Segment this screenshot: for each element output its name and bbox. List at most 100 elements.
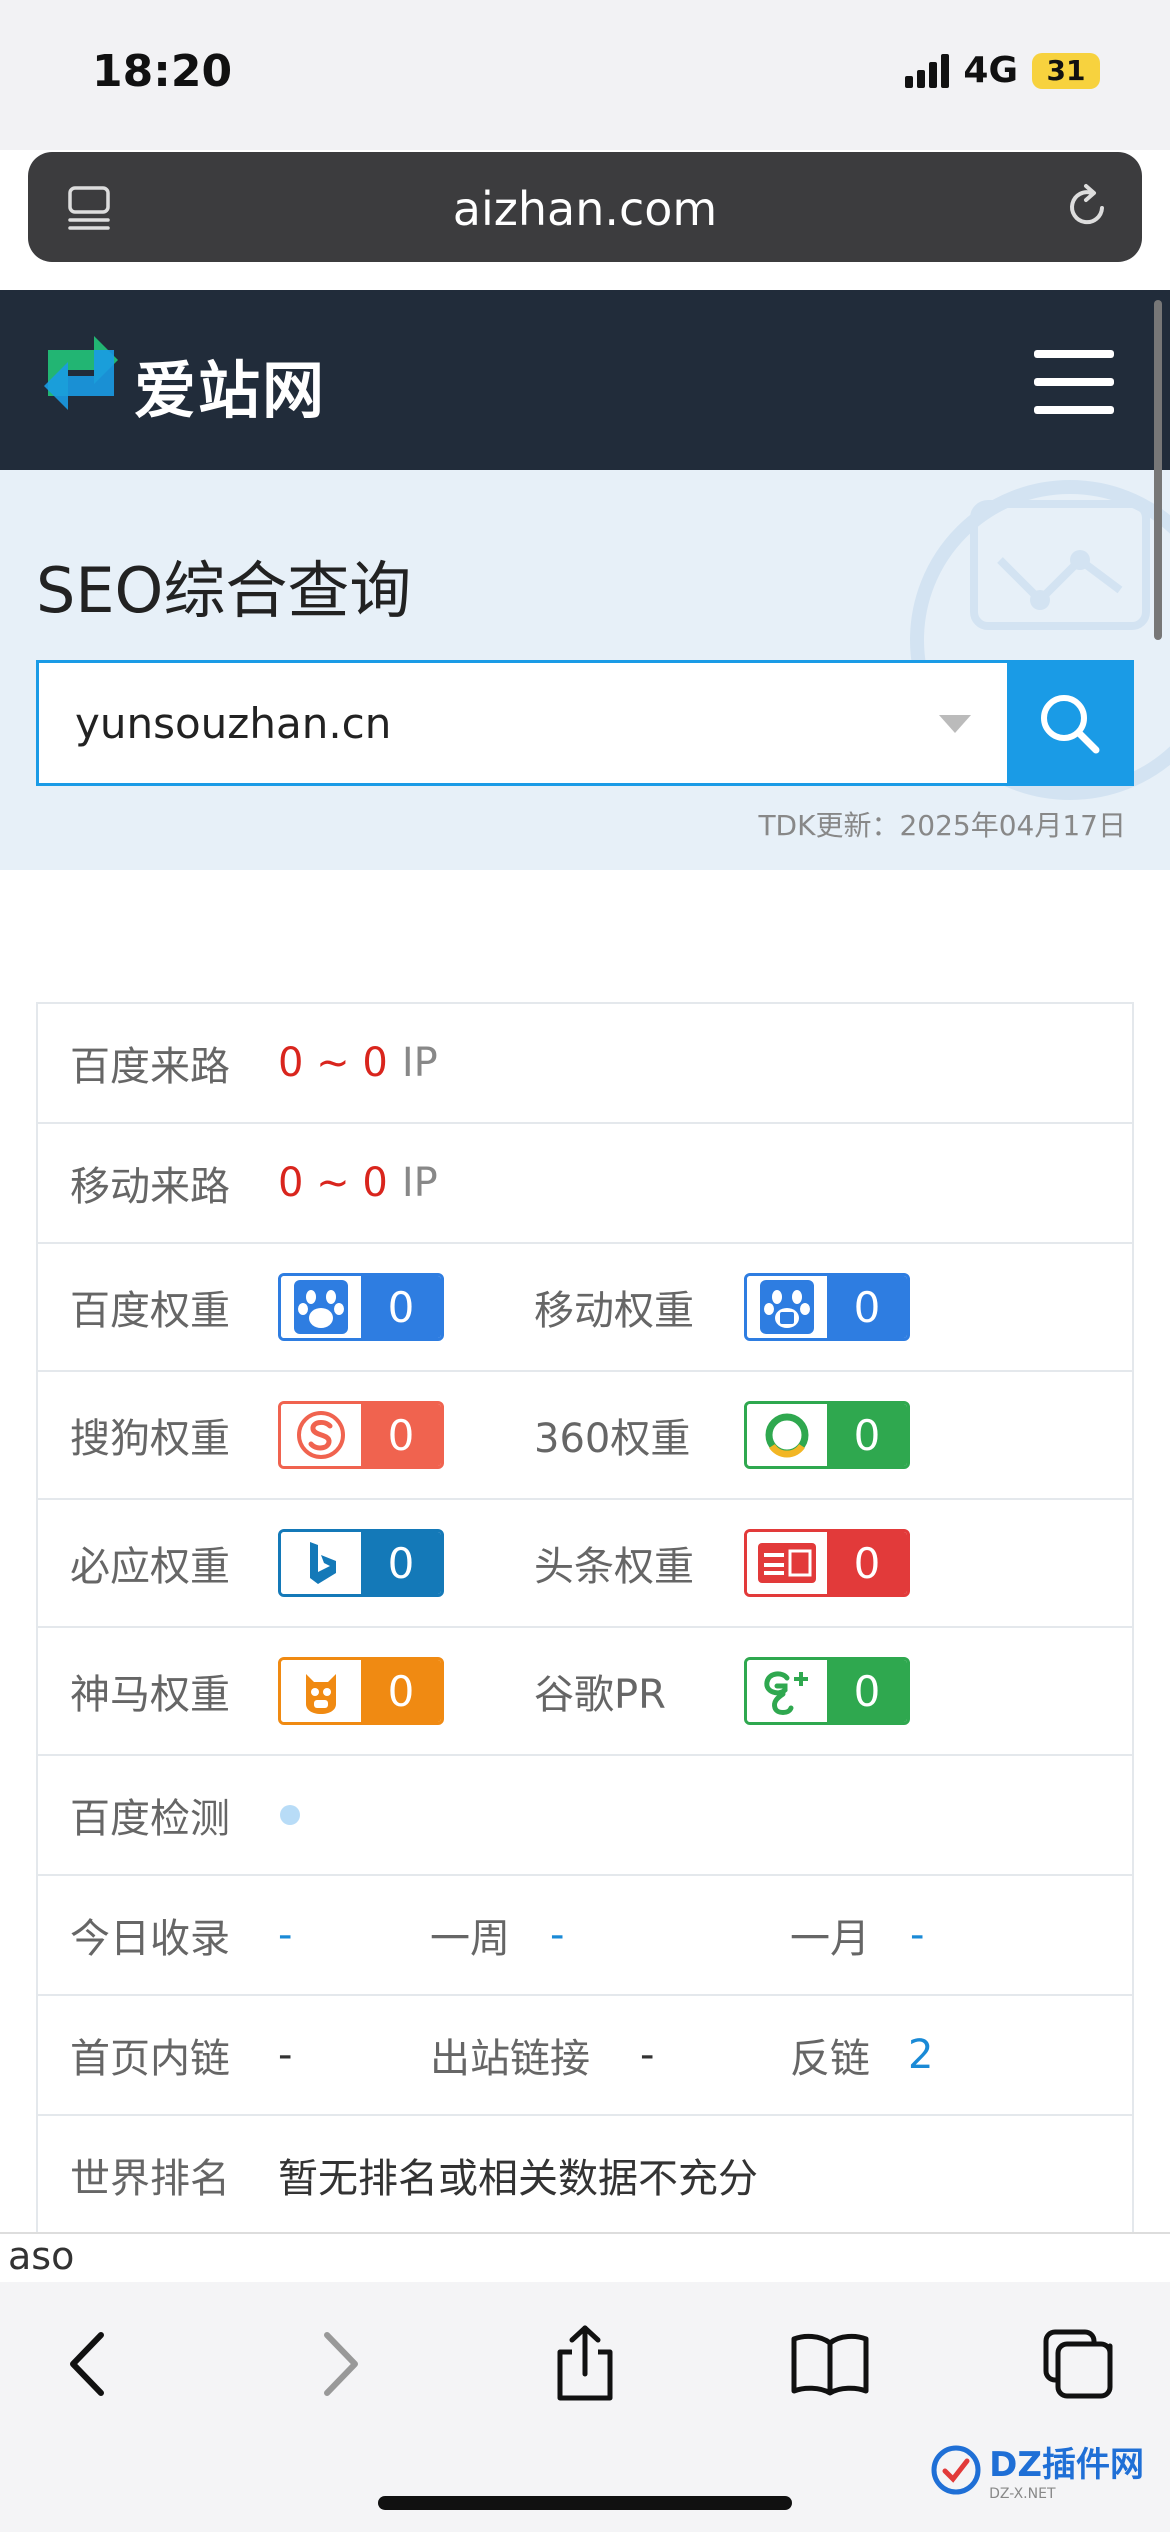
table-row: 百度检测 xyxy=(38,1756,1132,1876)
dropdown-caret-icon[interactable] xyxy=(939,715,971,733)
hamburger-menu-icon[interactable] xyxy=(1034,350,1114,414)
toutiao-weight-badge[interactable]: 0 xyxy=(744,1529,910,1597)
row-label: 今日收录 xyxy=(70,1916,230,1962)
google-pr-badge[interactable]: 0 xyxy=(744,1657,910,1725)
row-label: 一周 xyxy=(430,1916,510,1962)
table-row: 必应权重 0 头条权重 0 xyxy=(38,1500,1132,1628)
table-row: 搜狗权重 0 360权重 0 xyxy=(38,1372,1132,1500)
row-label: 必应权重 xyxy=(70,1544,230,1590)
index-today-value[interactable]: - xyxy=(278,1912,292,1958)
weight-value: 0 xyxy=(827,1404,907,1466)
status-bar: 18:20 4G 31 xyxy=(0,0,1170,150)
360-icon xyxy=(747,1404,827,1466)
battery-indicator: 31 xyxy=(1032,52,1100,89)
bing-icon xyxy=(281,1532,361,1594)
hero-search-section: SEO综合查询 TDK更新：2025年04月17日 xyxy=(0,470,1170,870)
watermark-logo-icon xyxy=(931,2445,981,2494)
baidu-paw-icon xyxy=(281,1276,361,1338)
row-label: 百度权重 xyxy=(70,1288,230,1334)
row-label: 移动来路 xyxy=(70,1164,230,1210)
back-button[interactable] xyxy=(48,2324,128,2404)
decorative-chart-icon xyxy=(970,500,1150,630)
index-month-value[interactable]: - xyxy=(910,1912,924,1958)
home-inlinks-value: - xyxy=(278,2032,293,2078)
baidu-mobile-paw-icon xyxy=(747,1276,827,1338)
watermark-text: DZ插件网 xyxy=(989,2445,1144,2485)
watermark: DZ插件网 DZ-X.NET xyxy=(931,2437,1144,2502)
baidu-weight-badge[interactable]: 0 xyxy=(278,1273,444,1341)
search-box xyxy=(36,660,1134,786)
weight-value: 0 xyxy=(361,1276,441,1338)
unit-label: IP xyxy=(401,1160,438,1206)
bing-weight-badge[interactable]: 0 xyxy=(278,1529,444,1597)
table-row: 世界排名 暂无排名或相关数据不充分 xyxy=(38,2116,1132,2236)
search-button[interactable] xyxy=(1007,663,1131,783)
shenma-weight-badge[interactable]: 0 xyxy=(278,1657,444,1725)
partial-text: aso xyxy=(0,2232,1170,2282)
unit-label: IP xyxy=(401,1040,438,1086)
row-label: 世界排名 xyxy=(70,2156,230,2202)
cellular-signal-icon xyxy=(905,53,950,88)
chevron-right-icon xyxy=(324,2332,358,2396)
google-plus-icon xyxy=(747,1660,827,1722)
reload-icon[interactable] xyxy=(1062,182,1112,232)
status-time: 18:20 xyxy=(92,46,233,97)
search-icon xyxy=(1041,695,1100,754)
baidu-traffic-value[interactable]: 0 ~ 0 xyxy=(278,1040,388,1086)
row-label: 首页内链 xyxy=(70,2036,230,2082)
share-button[interactable] xyxy=(545,2324,625,2404)
360-weight-badge[interactable]: 0 xyxy=(744,1401,910,1469)
weight-value: 0 xyxy=(361,1404,441,1466)
network-type: 4G xyxy=(963,50,1018,91)
mobile-traffic-value[interactable]: 0 ~ 0 xyxy=(278,1160,388,1206)
table-row: 百度来路 0 ~ 0 IP xyxy=(38,1004,1132,1124)
table-row: 首页内链 - 出站链接 - 反链 2 xyxy=(38,1996,1132,2116)
tabs-button[interactable] xyxy=(1038,2324,1118,2404)
row-label: 百度检测 xyxy=(70,1796,230,1842)
sogou-weight-badge[interactable]: 0 xyxy=(278,1401,444,1469)
row-label: 一月 xyxy=(790,1916,870,1962)
address-bar[interactable]: aizhan.com xyxy=(28,152,1142,262)
row-label: 移动权重 xyxy=(534,1288,694,1334)
mobile-weight-badge[interactable]: 0 xyxy=(744,1273,910,1341)
loading-dot-icon xyxy=(280,1805,300,1825)
weight-value: 0 xyxy=(827,1532,907,1594)
home-indicator xyxy=(378,2496,792,2510)
chevron-left-icon xyxy=(70,2332,104,2396)
page-title: SEO综合查询 xyxy=(36,554,412,627)
forward-button[interactable] xyxy=(300,2324,380,2404)
aizhan-logo-icon[interactable] xyxy=(38,330,124,416)
table-row: 百度权重 0 移动权重 0 xyxy=(38,1244,1132,1372)
row-label: 百度来路 xyxy=(70,1044,230,1090)
weight-value: 0 xyxy=(827,1660,907,1722)
weight-value: 0 xyxy=(827,1276,907,1338)
weight-value: 0 xyxy=(361,1532,441,1594)
sogou-icon xyxy=(281,1404,361,1466)
tabs-icon xyxy=(1043,2329,1113,2399)
page-scrollbar[interactable] xyxy=(1154,300,1162,640)
bookmarks-button[interactable] xyxy=(790,2324,870,2404)
row-label: 头条权重 xyxy=(534,1544,694,1590)
row-label: 搜狗权重 xyxy=(70,1416,230,1462)
domain-search-input[interactable] xyxy=(39,663,1003,783)
shenma-icon xyxy=(281,1660,361,1722)
index-week-value[interactable]: - xyxy=(550,1912,564,1958)
world-rank-value: 暂无排名或相关数据不充分 xyxy=(278,2156,758,2202)
toutiao-icon xyxy=(747,1532,827,1594)
book-icon xyxy=(791,2333,869,2396)
row-label: 360权重 xyxy=(534,1416,691,1462)
table-row: 神马权重 0 谷歌PR 0 xyxy=(38,1628,1132,1756)
row-label: 谷歌PR xyxy=(534,1672,666,1718)
outlinks-value: - xyxy=(640,2032,655,2078)
status-indicators: 4G 31 xyxy=(905,50,1100,91)
share-icon xyxy=(557,2325,613,2401)
tdk-update-date: TDK更新：2025年04月17日 xyxy=(758,809,1126,842)
table-row: 移动来路 0 ~ 0 IP xyxy=(38,1124,1132,1244)
site-logo-text[interactable]: 爱站网 xyxy=(134,340,326,430)
table-row: 今日收录 - 一周 - 一月 - xyxy=(38,1876,1132,1996)
url-text[interactable]: aizhan.com xyxy=(28,182,1142,236)
backlinks-value[interactable]: 2 xyxy=(908,2032,933,2078)
row-label: 神马权重 xyxy=(70,1672,230,1718)
row-label: 出站链接 xyxy=(430,2036,590,2082)
site-header: 爱站网 xyxy=(0,290,1170,470)
